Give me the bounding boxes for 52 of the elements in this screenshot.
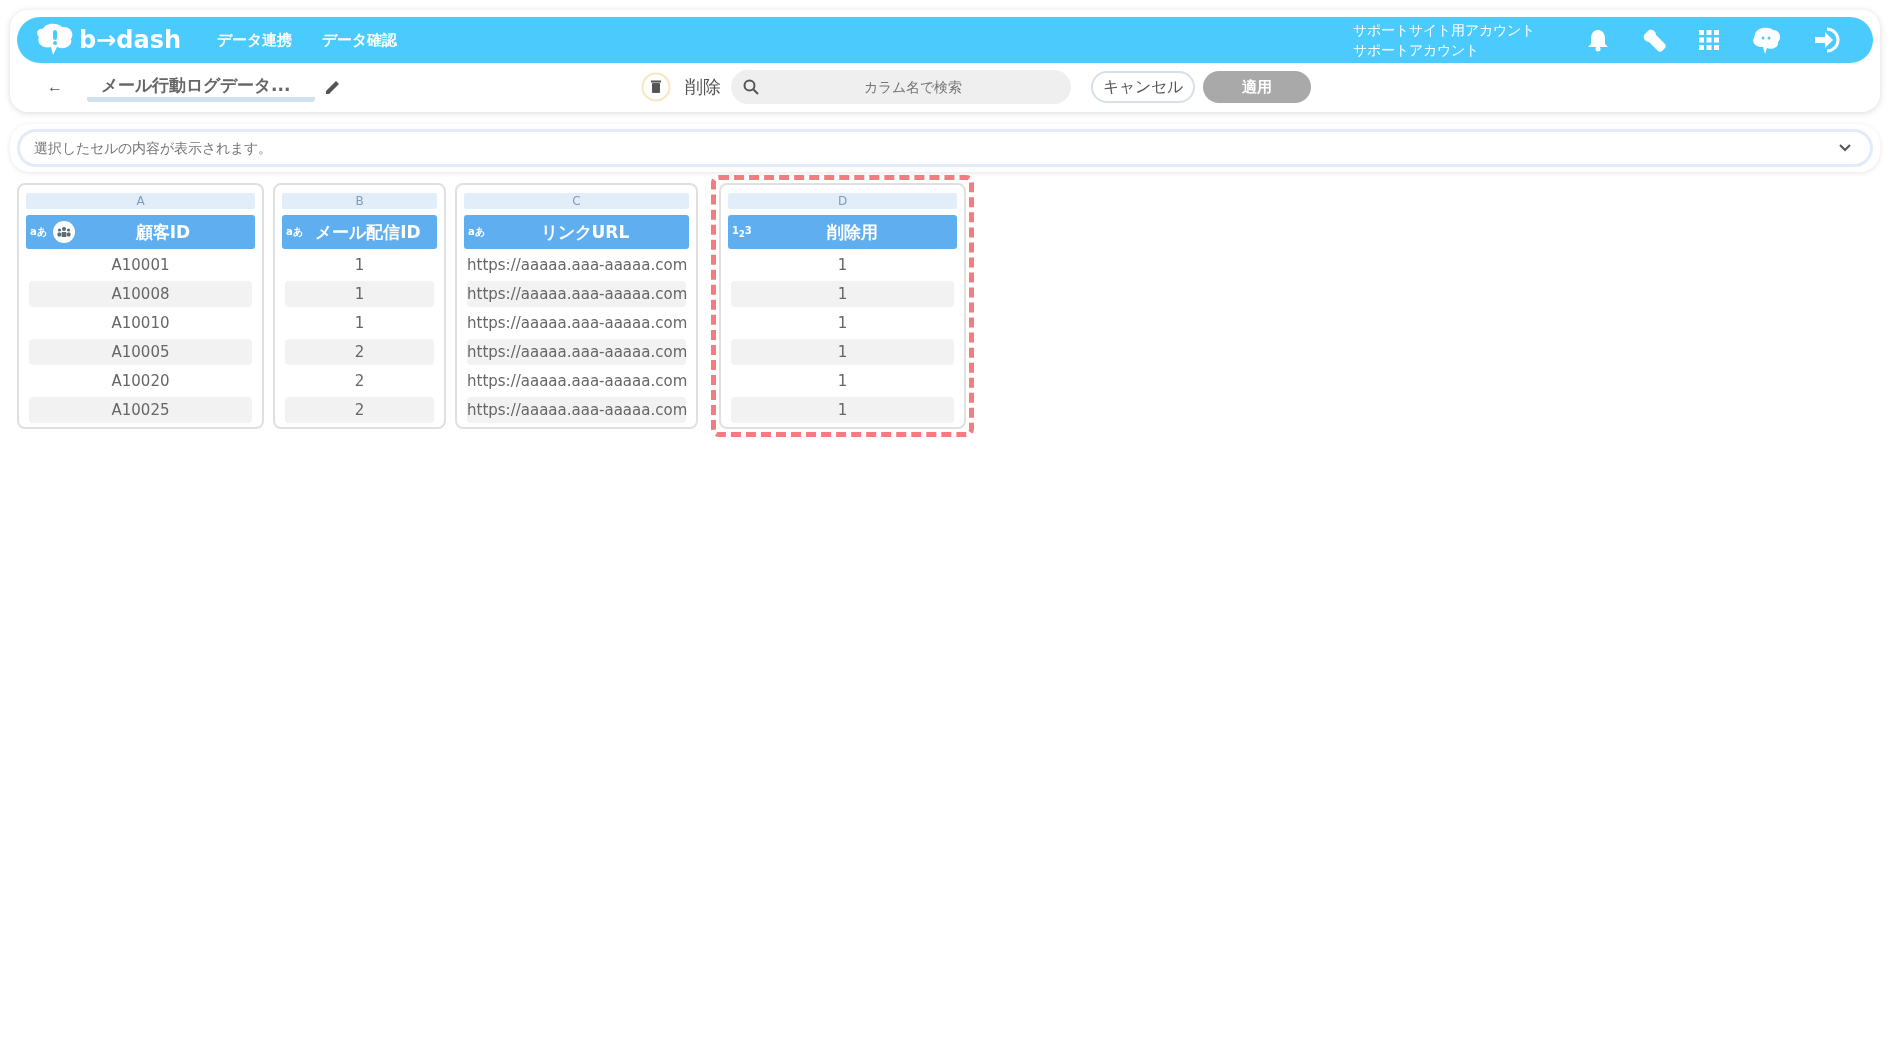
table-cell[interactable]: A10008	[29, 281, 252, 307]
table-cell[interactable]: 1	[731, 368, 954, 394]
table-cell[interactable]: 1	[731, 397, 954, 423]
table-cell[interactable]: 2	[285, 368, 434, 394]
table-cell[interactable]: https://aaaaa.aaa-aaaaa.com	[467, 368, 686, 394]
table-cell[interactable]: A10010	[29, 310, 252, 336]
table-cell[interactable]: 1	[285, 310, 434, 336]
table-cell[interactable]: https://aaaaa.aaa-aaaaa.com	[467, 397, 686, 423]
column-letter: B	[282, 193, 437, 209]
table-title[interactable]: メール行動ログデータ...	[87, 72, 315, 102]
table-cell[interactable]: 1	[285, 281, 434, 307]
type-label: aあ	[30, 225, 47, 239]
column-name: リンクURL	[539, 220, 631, 244]
back-button[interactable]: ←	[47, 78, 63, 96]
speech-bubble-icon	[35, 23, 75, 57]
search-icon	[743, 79, 759, 95]
type-label: 1$_{2}$3	[732, 225, 752, 239]
table-cell[interactable]: 2	[285, 339, 434, 365]
grid-icon[interactable]	[1699, 30, 1719, 50]
trash-icon[interactable]	[641, 72, 671, 102]
table-cell[interactable]: 2	[285, 397, 434, 423]
type-label: aあ	[468, 225, 485, 239]
table-cell[interactable]: A10020	[29, 368, 252, 394]
column-name: 削除用	[825, 220, 879, 244]
bell-icon[interactable]	[1587, 28, 1609, 52]
column-name: メール配信ID	[314, 220, 422, 244]
table-cell[interactable]: https://aaaaa.aaa-aaaaa.com	[467, 252, 686, 278]
table-cell[interactable]: 1	[731, 281, 954, 307]
chevron-down-icon[interactable]	[1839, 144, 1851, 152]
mascot-icon[interactable]	[1751, 26, 1781, 54]
pencil-icon[interactable]	[325, 79, 341, 95]
cancel-button[interactable]: キャンセル	[1091, 71, 1195, 103]
account-name: サポートアカウント	[1353, 41, 1480, 60]
table-cell[interactable]: A10025	[29, 397, 252, 423]
table-cell[interactable]: https://aaaaa.aaa-aaaaa.com	[467, 339, 686, 365]
table-cell[interactable]: 1	[285, 252, 434, 278]
table-cell[interactable]: 1	[731, 252, 954, 278]
type-label: aあ	[286, 225, 303, 239]
account-name: サポートサイト用アカウント	[1353, 21, 1535, 40]
table-cell[interactable]: 1	[731, 310, 954, 336]
search-field[interactable]: カラム名で検索	[731, 70, 1071, 104]
column-letter: D	[728, 193, 957, 209]
column-letter: C	[464, 193, 689, 209]
table-cell[interactable]: A10001	[29, 252, 252, 278]
column-name: 顧客ID	[134, 220, 192, 244]
column-letter: A	[26, 193, 255, 209]
table-cell[interactable]: 1	[731, 339, 954, 365]
delete-label: 削除	[685, 75, 721, 99]
table-cell[interactable]: https://aaaaa.aaa-aaaaa.com	[467, 310, 686, 336]
table-cell[interactable]: A10005	[29, 339, 252, 365]
cell-content-field[interactable]: 選択したセルの内容が表示されます。	[17, 129, 1873, 167]
table-cell[interactable]: https://aaaaa.aaa-aaaaa.com	[467, 281, 686, 307]
